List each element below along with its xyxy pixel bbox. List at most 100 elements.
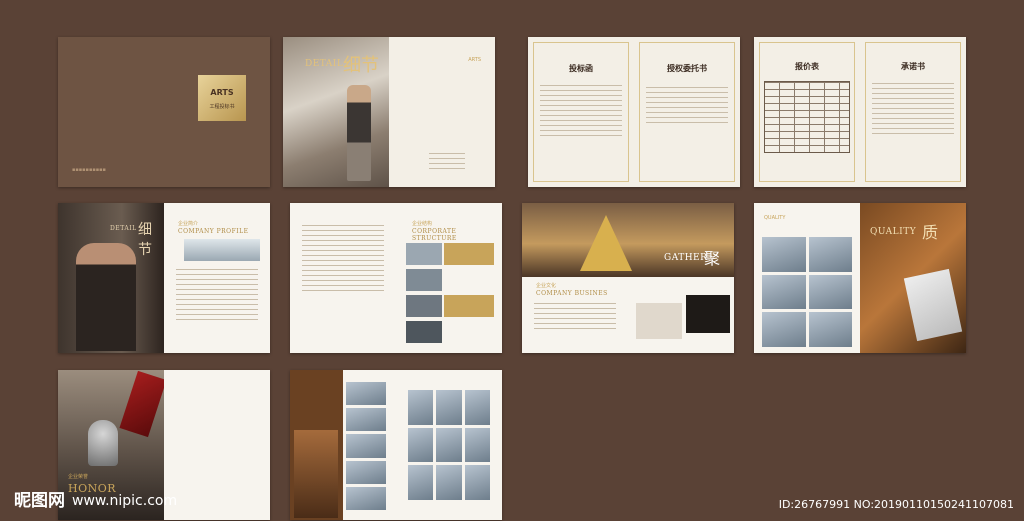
model-photo [347, 85, 371, 181]
nipic-watermark-cn: 昵图网 [14, 491, 65, 511]
factory-photo-5 [762, 312, 806, 347]
meeting-photo [686, 295, 730, 333]
tower-thumb-1 [408, 390, 434, 425]
commitment-title: 承诺书 [901, 61, 925, 71]
quality-en: QUALITY [870, 227, 917, 237]
commitment-text-lines [872, 79, 954, 138]
profile-en: COMPANY PROFILE [178, 228, 249, 235]
factory-photo-6 [808, 312, 852, 347]
building-thumb-4 [346, 460, 386, 484]
detail-spread: DETAIL 细节 ARTS [283, 37, 495, 187]
cover-spread: ▪▪▪▪▪▪▪▪▪▪ ARTS 工程投标书 [58, 37, 270, 187]
factory-photo-4 [808, 274, 852, 310]
factory-photo-1 [762, 237, 806, 272]
forms-spread-2: 报价表 承诺书 [754, 37, 966, 187]
quality-right-page: QUALITY 质 [860, 203, 966, 353]
building-thumb-5 [346, 486, 386, 510]
quality-left-page: QUALITY [754, 203, 860, 353]
profile-text-page: 企业简介 COMPANY PROFILE [164, 203, 270, 353]
detail-text-page: ARTS [389, 37, 495, 187]
profile-detail-en: DETAIL [110, 225, 137, 232]
structure-right-page: 企业结构 CORPORATE STRUCTURE [396, 203, 502, 353]
buildings-right-grid [408, 390, 490, 500]
gather-spread: GATHER 聚 企业文化 COMPANY BUSINES [522, 203, 734, 353]
quality-cn: 质 [922, 223, 939, 242]
sketch-photo [636, 303, 682, 339]
gather-cn: 聚 [704, 249, 721, 268]
detail-logo-small: ARTS [468, 57, 481, 63]
detail-photo-page: DETAIL 细节 [283, 37, 389, 187]
building-thumb-3 [346, 434, 386, 458]
tower-thumb-8 [436, 465, 462, 500]
structure-left-page [290, 203, 396, 353]
quotation-table [764, 81, 850, 153]
logo-badge: ARTS 工程投标书 [198, 75, 246, 121]
bid-text-lines [540, 81, 622, 140]
factory-photo-2 [808, 237, 852, 272]
structure-text-lines [302, 221, 384, 295]
cover-front: ARTS 工程投标书 [164, 37, 270, 187]
gather-en: GATHER [664, 253, 708, 263]
structure-img-1 [406, 243, 442, 265]
structure-img-3 [406, 295, 442, 317]
bid-letter-title: 投标函 [569, 63, 593, 73]
authorization-page: 授权委托书 [634, 37, 740, 187]
trophy-icon [88, 420, 118, 466]
logo-text: ARTS [210, 88, 234, 97]
structure-spread: 企业结构 CORPORATE STRUCTURE [290, 203, 502, 353]
forms-spread-1: 投标函 授权委托书 [528, 37, 740, 187]
building-thumb-1 [346, 382, 386, 406]
profile-photo-page: DETAIL 细节 [58, 203, 164, 353]
culture-page: 企业文化 COMPANY BUSINES [522, 277, 628, 353]
tower-thumb-7 [408, 465, 434, 500]
detail-cn: 细节 [343, 55, 379, 76]
authorization-text-lines [646, 83, 728, 127]
structure-en: CORPORATE STRUCTURE [412, 228, 457, 242]
structure-img-2 [406, 269, 442, 291]
cover-back: ▪▪▪▪▪▪▪▪▪▪ [58, 37, 164, 187]
nipic-watermark-url: www.nipic.com [72, 493, 178, 509]
structure-band-1 [444, 243, 494, 265]
bid-letter-page: 投标函 [528, 37, 634, 187]
profile-cn: 企业简介 [178, 221, 199, 227]
image-id-text: ID:26767991 NO:20190110150241107081 [778, 498, 1014, 511]
profile-spread: DETAIL 细节 企业简介 COMPANY PROFILE [58, 203, 270, 353]
quality-hand-photo [903, 268, 963, 342]
women-photo [76, 243, 136, 351]
meeting-page [628, 277, 734, 353]
building-thumb-2 [346, 408, 386, 432]
structure-band-2 [444, 295, 494, 317]
buildings-right-page [396, 370, 502, 520]
structure-img-4 [406, 321, 442, 343]
ribbon-icon [119, 370, 164, 438]
factory-photo-3 [762, 274, 806, 310]
quality-left-heading: QUALITY [764, 215, 786, 221]
tower-thumb-6 [464, 427, 490, 463]
tower-thumb-4 [408, 427, 434, 463]
cover-footer: ▪▪▪▪▪▪▪▪▪▪ [72, 167, 106, 173]
buildings-left-page [290, 370, 396, 520]
culture-text-lines [534, 299, 616, 333]
honor-blank-page [164, 370, 270, 520]
profile-text-lines [176, 265, 258, 324]
quotation-title: 报价表 [795, 61, 819, 71]
commitment-page: 承诺书 [860, 37, 966, 187]
tower-thumb-3 [464, 390, 490, 425]
detail-en: DETAIL [305, 59, 344, 69]
buildings-left-grid [346, 382, 386, 510]
culture-cn: 企业文化 [536, 283, 557, 289]
tower-thumb-9 [464, 465, 490, 500]
detail-fill-lines [429, 149, 465, 173]
logo-subtitle: 工程投标书 [209, 104, 235, 110]
profile-detail-cn: 细节 [138, 222, 152, 258]
buildings-spread [290, 370, 502, 520]
structure-cn: 企业结构 [412, 221, 433, 227]
tower-thumb-5 [436, 427, 462, 463]
gather-banner: GATHER 聚 [522, 203, 734, 277]
culture-en: COMPANY BUSINES [536, 290, 608, 297]
authorization-title: 授权委托书 [667, 63, 707, 73]
figure-photo [294, 430, 338, 518]
factory-photo-grid [762, 237, 852, 347]
quotation-page: 报价表 [754, 37, 860, 187]
building-photo [184, 239, 260, 261]
